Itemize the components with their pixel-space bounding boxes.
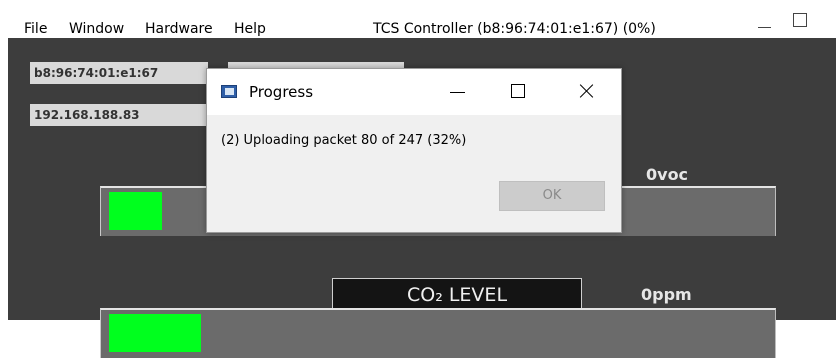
menu-help[interactable]: Help <box>234 21 266 37</box>
dialog-minimize-icon[interactable] <box>450 85 466 99</box>
close-icon[interactable] <box>578 82 596 100</box>
ok-button[interactable]: OK <box>499 181 605 211</box>
ip-address-field: 192.168.188.83 <box>30 104 208 126</box>
window-title: TCS Controller (b8:96:74:01:e1:67) (0%) <box>373 21 656 37</box>
dialog-maximize-icon[interactable] <box>511 84 525 98</box>
dialog-title: Progress <box>249 83 314 101</box>
voc-gauge-fill <box>109 192 162 230</box>
progress-message: (2) Uploading packet 80 of 247 (32%) <box>221 133 467 148</box>
voc-value: 0voc <box>646 165 689 184</box>
app-window-icon <box>221 85 237 98</box>
mac-address-field: b8:96:74:01:e1:67 <box>30 62 208 84</box>
co2-value: 0ppm <box>641 285 692 304</box>
title-menu-bar: File Window Hardware Help TCS Controller… <box>0 0 836 38</box>
dialog-title-bar[interactable]: Progress <box>207 69 621 115</box>
co2-level-label: CO₂ LEVEL <box>332 278 582 310</box>
menu-hardware[interactable]: Hardware <box>145 21 213 37</box>
progress-dialog: Progress (2) Uploading packet 80 of 247 … <box>206 68 622 233</box>
minimize-icon[interactable] <box>758 14 772 28</box>
menu-file[interactable]: File <box>24 21 47 37</box>
window-left-edge <box>0 38 8 320</box>
menu-window[interactable]: Window <box>69 21 124 37</box>
co2-gauge-track <box>100 308 776 358</box>
maximize-icon[interactable] <box>793 13 807 27</box>
